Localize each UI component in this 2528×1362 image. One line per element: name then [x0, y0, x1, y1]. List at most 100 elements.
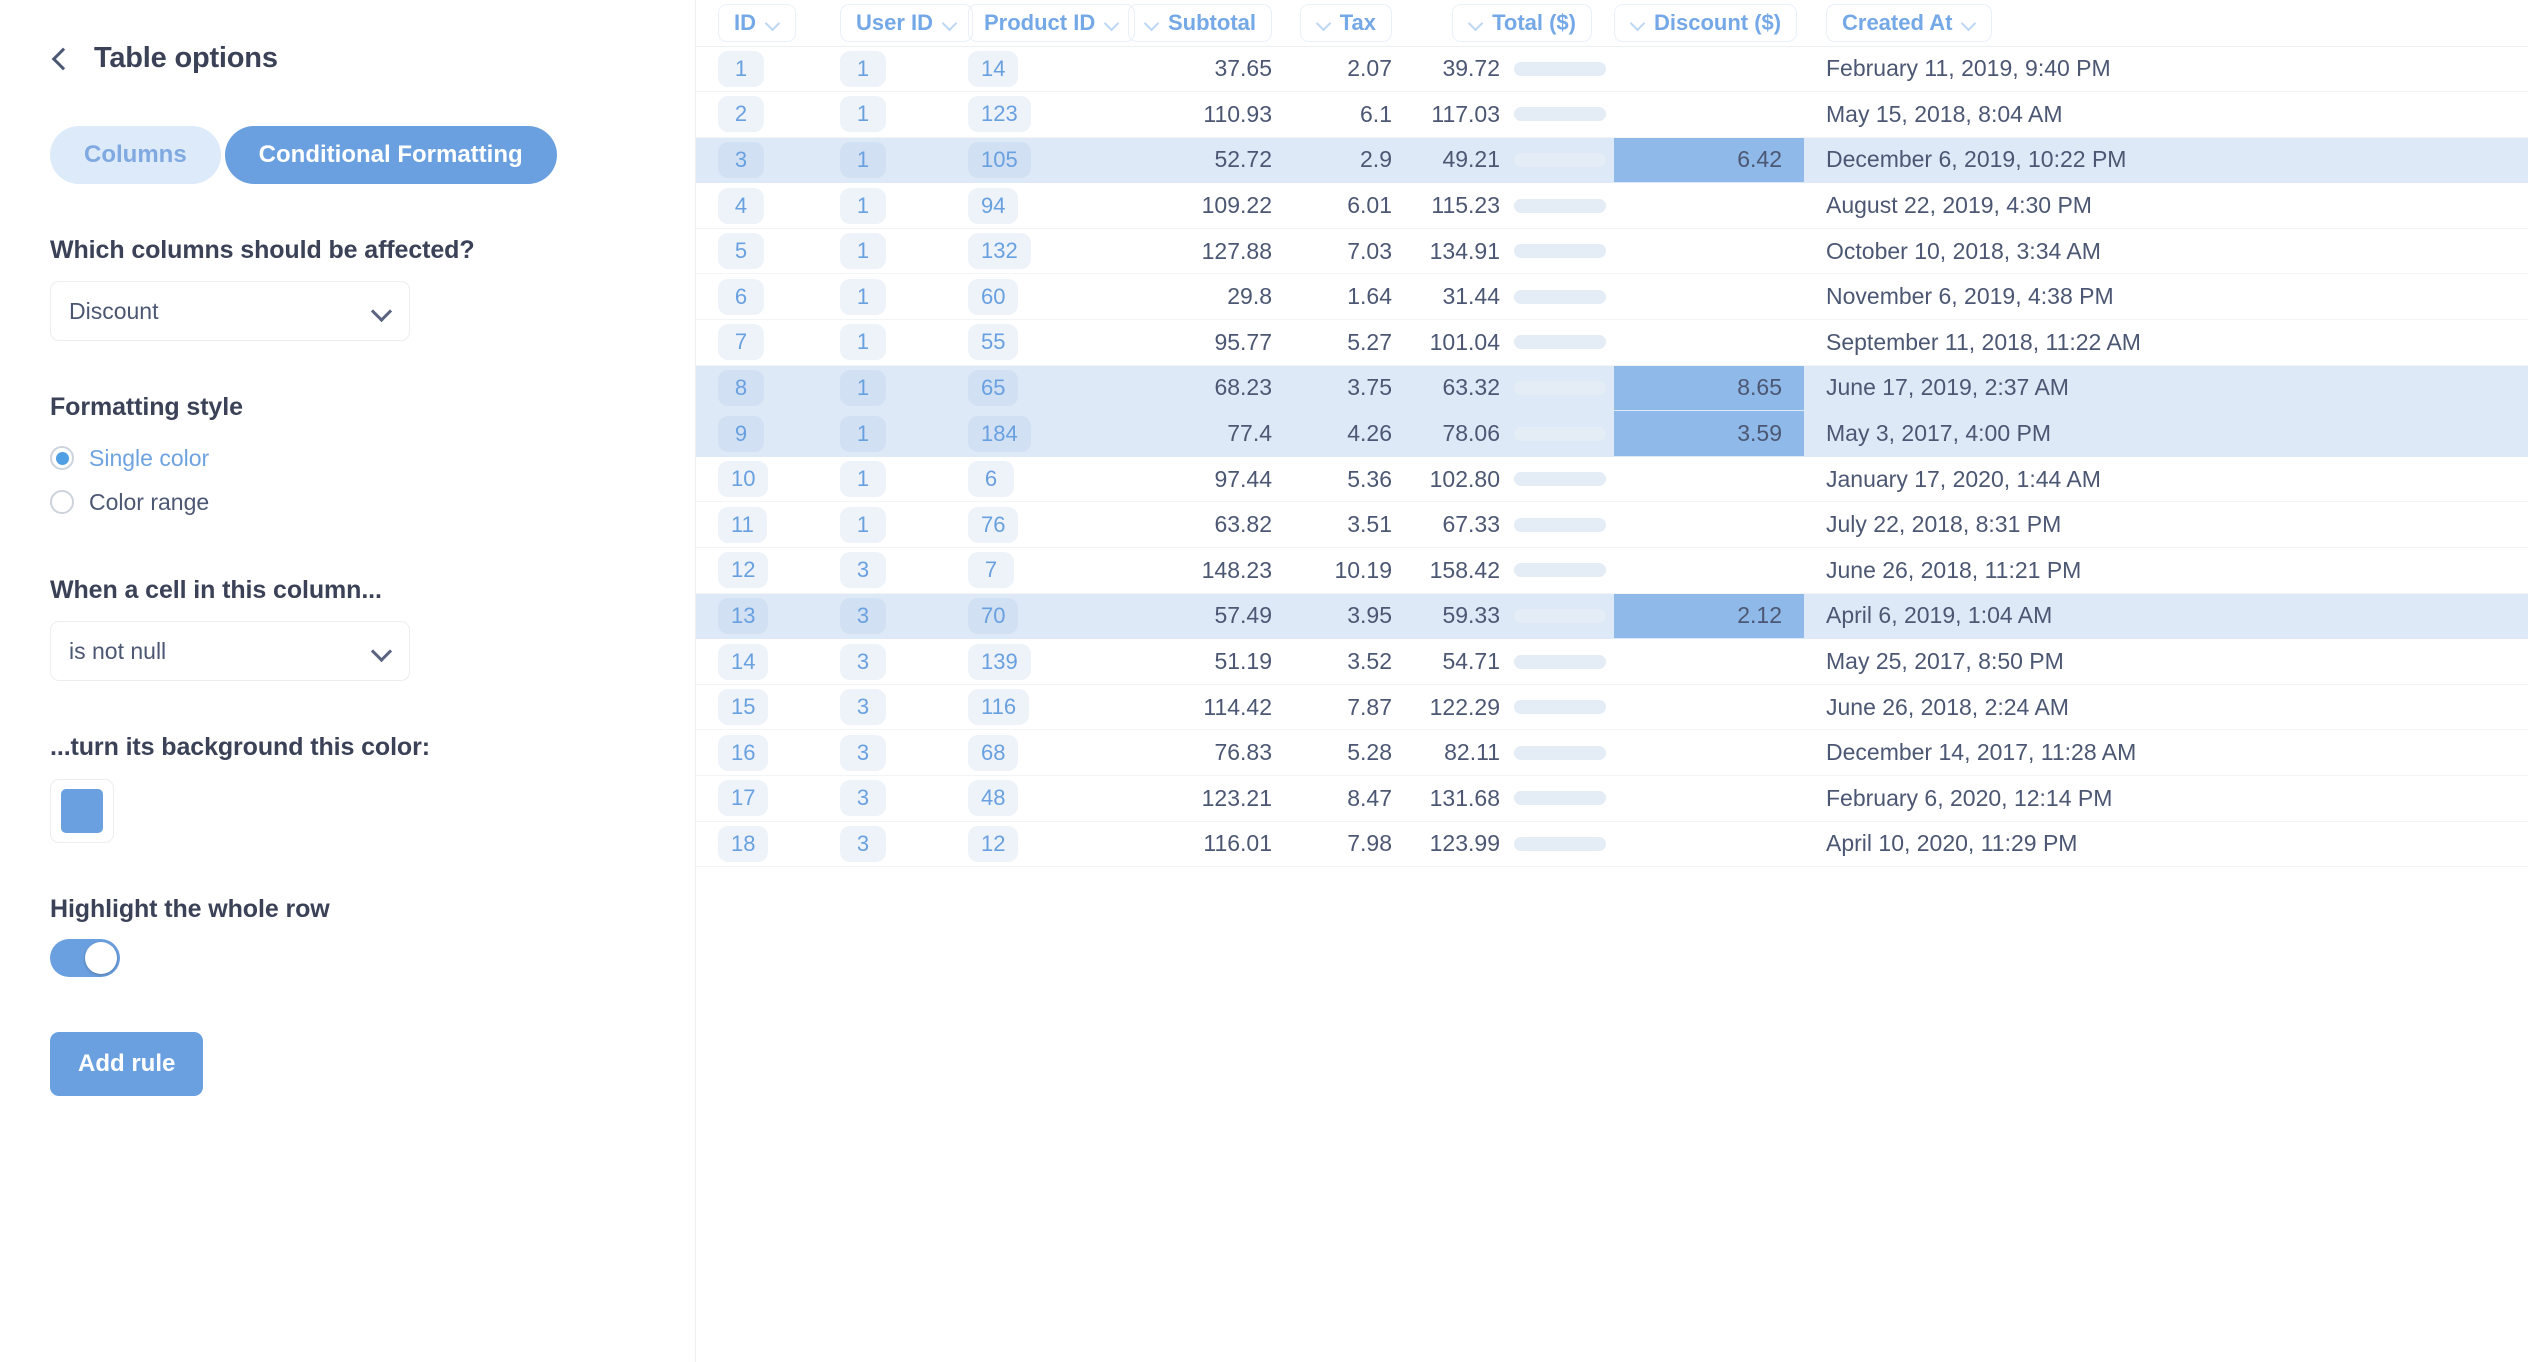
column-header-pill[interactable]: Subtotal	[1128, 3, 1272, 42]
cell-product-id-chip[interactable]: 70	[968, 597, 1019, 634]
cell-product-id-chip[interactable]: 76	[968, 506, 1019, 543]
cell-user-id-chip[interactable]: 3	[840, 597, 886, 634]
cell-product-id-chip[interactable]: 123	[968, 96, 1031, 133]
cell-id-chip[interactable]: 9	[718, 415, 764, 452]
cell-product-id-chip[interactable]: 65	[968, 369, 1019, 406]
cell-id-chip[interactable]: 7	[718, 324, 764, 361]
cell-id-chip[interactable]: 11	[718, 506, 767, 543]
column-header-user-id[interactable]: User ID	[818, 0, 974, 47]
cell-product-id-chip[interactable]: 7	[968, 552, 1014, 589]
column-header-pill[interactable]: Total ($)	[1452, 3, 1592, 42]
column-header-product-id[interactable]: Product ID	[946, 0, 1136, 47]
cell-product-id-chip[interactable]: 68	[968, 734, 1019, 771]
cell-product-id-chip[interactable]: 48	[968, 780, 1019, 817]
cell-product-id-chip[interactable]: 132	[968, 233, 1031, 270]
table-row[interactable]: 3 1 105 52.72 2.9 49.21 6.42 December 6, 2019, …	[696, 137, 2528, 184]
column-header-pill[interactable]: Created At	[1826, 3, 1993, 42]
cell-user-id-chip[interactable]: 1	[840, 324, 886, 361]
column-header-pill[interactable]: ID	[718, 3, 796, 42]
cell-product-id-chip[interactable]: 6	[968, 461, 1014, 498]
highlight-whole-row-toggle[interactable]	[50, 939, 120, 977]
cell-id-chip[interactable]: 5	[718, 233, 764, 270]
table-row[interactable]: 15 3 116 114.42 7.87 122.29 June 26, 2018, 2:2…	[696, 684, 2528, 731]
cell-product-id-chip[interactable]: 55	[968, 324, 1019, 361]
condition-select[interactable]: is not null	[50, 621, 410, 681]
cell-id-chip[interactable]: 1	[718, 50, 764, 87]
radio-single-color[interactable]: Single color	[50, 436, 645, 480]
cell-product-id-chip[interactable]: 12	[968, 825, 1019, 862]
table-row[interactable]: 11 1 76 63.82 3.51 67.33 July 22, 2018, 8:31 P…	[696, 501, 2528, 549]
add-rule-button[interactable]: Add rule	[50, 1032, 204, 1096]
cell-product-id-chip[interactable]: 60	[968, 278, 1019, 315]
cell-user-id-chip[interactable]: 3	[840, 734, 886, 771]
cell-user-id-chip[interactable]: 1	[840, 50, 886, 87]
cell-user-id-chip[interactable]: 1	[840, 96, 886, 133]
cell-id-chip[interactable]: 8	[718, 369, 764, 406]
column-header-discount[interactable]: Discount ($)	[1614, 0, 1804, 47]
tab-columns[interactable]: Columns	[50, 126, 221, 184]
column-header-pill[interactable]: Discount ($)	[1614, 3, 1798, 42]
cell-product-id-chip[interactable]: 184	[968, 415, 1031, 452]
table-row[interactable]: 13 3 70 57.49 3.95 59.33 2.12 April 6, 2019, 1:…	[696, 593, 2528, 640]
radio-color-range[interactable]: Color range	[50, 480, 645, 524]
cell-user-id-chip[interactable]: 1	[840, 506, 886, 543]
cell-user-id-chip[interactable]: 1	[840, 187, 886, 224]
column-header-total[interactable]: Total ($)	[1414, 0, 1614, 47]
table-row[interactable]: 10 1 6 97.44 5.36 102.80 January 17, 2020, 1:4…	[696, 456, 2528, 503]
cell-id-chip[interactable]: 4	[718, 187, 764, 224]
cell-product-id-chip[interactable]: 139	[968, 643, 1031, 680]
cell-product-id: 76	[946, 501, 1124, 549]
cell-user-id-chip[interactable]: 3	[840, 552, 886, 589]
cell-user-id-chip[interactable]: 1	[840, 141, 886, 178]
cell-product-id-chip[interactable]: 14	[968, 50, 1019, 87]
cell-id-chip[interactable]: 6	[718, 278, 764, 315]
cell-id-chip[interactable]: 16	[718, 734, 769, 771]
table-row[interactable]: 6 1 60 29.8 1.64 31.44 November 6, 2019, 4:38 …	[696, 273, 2528, 321]
table-row[interactable]: 16 3 68 76.83 5.28 82.11 December 14, 2017, 11…	[696, 729, 2528, 776]
table-row[interactable]: 5 1 132 127.88 7.03 134.91 October 10, 2018, 3…	[696, 228, 2528, 275]
table-row[interactable]: 17 3 48 123.21 8.47 131.68 February 6, 2020, 1…	[696, 775, 2528, 822]
column-header-created-at[interactable]: Created At	[1804, 0, 2528, 47]
cell-product-id-chip[interactable]: 94	[968, 187, 1019, 224]
cell-user-id-chip[interactable]: 1	[840, 369, 886, 406]
cell-id-chip[interactable]: 13	[718, 597, 769, 634]
color-swatch-picker[interactable]	[50, 779, 114, 843]
cell-user-id-chip[interactable]: 3	[840, 780, 886, 817]
column-header-subtotal[interactable]: Subtotal	[1124, 0, 1294, 47]
cell-user-id-chip[interactable]: 1	[840, 461, 886, 498]
cell-id-chip[interactable]: 15	[718, 689, 769, 726]
tab-conditional-formatting[interactable]: Conditional Formatting	[224, 126, 557, 184]
table-row[interactable]: 14 3 139 51.19 3.52 54.71 May 25, 2017, 8:50 P…	[696, 638, 2528, 685]
cell-id-chip[interactable]: 17	[718, 780, 769, 817]
chevron-left-icon[interactable]	[50, 48, 72, 70]
column-header-pill[interactable]: Product ID	[968, 3, 1136, 42]
cell-user-id-chip[interactable]: 3	[840, 825, 886, 862]
cell-product-id-chip[interactable]: 105	[968, 141, 1031, 178]
table-row[interactable]: 8 1 65 68.23 3.75 63.32 8.65 June 17, 2019, 2:3…	[696, 365, 2528, 412]
table-row[interactable]: 9 1 184 77.4 4.26 78.06 3.59 May 3, 2017, 4:00 …	[696, 410, 2528, 457]
column-header-id[interactable]: ID	[696, 0, 818, 47]
column-header-pill[interactable]: Tax	[1299, 3, 1392, 42]
table-row[interactable]: 1 1 14 37.65 2.07 39.72 February 11, 2019, 9:4…	[696, 46, 2528, 93]
table-row[interactable]: 12 3 7 148.23 10.19 158.42 June 26, 2018, 11:2…	[696, 547, 2528, 594]
column-header-tax[interactable]: Tax	[1294, 0, 1414, 47]
cell-id-chip[interactable]: 3	[718, 141, 764, 178]
cell-user-id-chip[interactable]: 1	[840, 278, 886, 315]
table-row[interactable]: 2 1 123 110.93 6.1 117.03 May 15, 2018, 8:04 A…	[696, 91, 2528, 138]
cell-user-id-chip[interactable]: 1	[840, 415, 886, 452]
table-row[interactable]: 18 3 12 116.01 7.98 123.99 April 10, 2020, 11:…	[696, 821, 2528, 868]
column-header-pill[interactable]: User ID	[840, 3, 974, 42]
cell-id-chip[interactable]: 18	[718, 825, 769, 862]
table-row[interactable]: 4 1 94 109.22 6.01 115.23 August 22, 2019, 4:3…	[696, 182, 2528, 229]
cell-product-id-chip[interactable]: 116	[968, 689, 1030, 726]
cell-user-id-chip[interactable]: 1	[840, 233, 886, 270]
cell-user-id-chip[interactable]: 3	[840, 689, 886, 726]
affected-columns-select[interactable]: Discount	[50, 281, 410, 341]
cell-id-chip[interactable]: 2	[718, 96, 764, 133]
cell-id-chip[interactable]: 14	[718, 643, 769, 680]
cell-id-chip[interactable]: 12	[718, 552, 769, 589]
table-row[interactable]: 7 1 55 95.77 5.27 101.04 September 11, 2018, 1…	[696, 319, 2528, 366]
cell-id-chip[interactable]: 10	[718, 461, 769, 498]
total-value: 102.80	[1429, 465, 1500, 492]
cell-user-id-chip[interactable]: 3	[840, 643, 886, 680]
